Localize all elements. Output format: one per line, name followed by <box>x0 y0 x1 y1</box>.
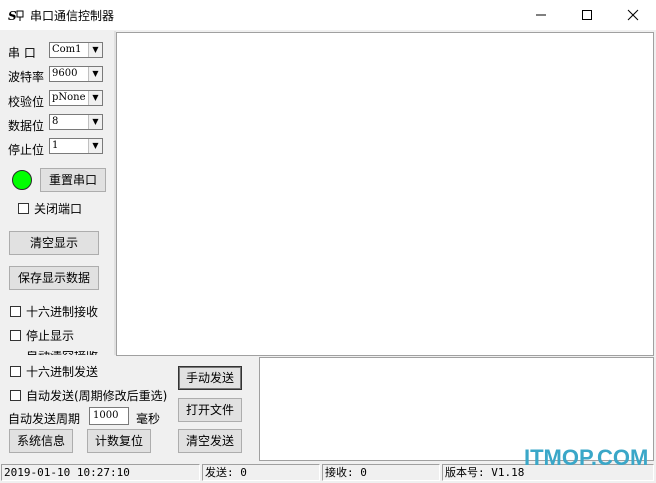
close-port-label: 关闭端口 <box>34 202 83 216</box>
reset-count-button[interactable]: 计数复位 <box>87 429 151 453</box>
parity-select[interactable]: pNone ▼ <box>49 90 103 106</box>
hex-send-checkbox[interactable] <box>10 366 21 377</box>
svg-text:S: S <box>8 9 17 22</box>
stopbits-select[interactable]: 1 ▼ <box>49 138 103 154</box>
save-display-button[interactable]: 保存显示数据 <box>9 266 99 290</box>
maximize-icon <box>582 10 592 20</box>
stopbits-value: 1 <box>52 140 59 151</box>
databits-value: 8 <box>52 116 59 127</box>
open-file-button[interactable]: 打开文件 <box>178 398 242 422</box>
close-icon <box>627 9 639 21</box>
period-label: 自动发送周期 <box>8 412 81 426</box>
chevron-down-icon[interactable]: ▼ <box>88 91 102 105</box>
port-status-indicator <box>12 170 32 190</box>
stopbits-label: 停止位 <box>8 143 45 157</box>
auto-send-label: 自动发送(周期修改后重选) <box>26 389 168 403</box>
chevron-down-icon[interactable]: ▼ <box>88 67 102 81</box>
port-select[interactable]: Com1 ▼ <box>49 42 103 58</box>
clear-send-button[interactable]: 清空发送 <box>178 429 242 453</box>
status-datetime: 2019-01-10 10:27:10 <box>1 464 200 481</box>
period-unit-label: 毫秒 <box>136 412 161 426</box>
stop-display-label: 停止显示 <box>26 329 75 343</box>
minimize-button[interactable] <box>518 0 564 30</box>
close-button[interactable] <box>610 0 656 30</box>
hex-receive-label: 十六进制接收 <box>26 305 99 319</box>
databits-select[interactable]: 8 ▼ <box>49 114 103 130</box>
auto-clear-label: 自动清空接收 <box>26 351 98 355</box>
chevron-down-icon[interactable]: ▼ <box>88 139 102 153</box>
hex-send-label: 十六进制发送 <box>26 365 99 379</box>
window-title: 串口通信控制器 <box>30 9 115 23</box>
app-window: S 串口通信控制器 串 口 Com1 ▼ 波特率 9600 ▼ 校验位 pNon… <box>0 0 656 483</box>
auto-send-checkbox[interactable] <box>10 390 21 401</box>
minimize-icon <box>536 14 546 16</box>
parity-label: 校验位 <box>8 95 45 109</box>
baud-value: 9600 <box>52 68 78 79</box>
port-label: 串 口 <box>8 46 36 60</box>
system-info-button[interactable]: 系统信息 <box>9 429 73 453</box>
serial-port-icon: S <box>8 9 24 22</box>
status-received: 接收: 0 <box>322 464 440 481</box>
close-port-checkbox[interactable] <box>18 203 29 214</box>
baud-select[interactable]: 9600 ▼ <box>49 66 103 82</box>
clear-display-button[interactable]: 清空显示 <box>9 231 99 255</box>
port-value: Com1 <box>52 44 82 55</box>
status-sent: 发送: 0 <box>202 464 320 481</box>
chevron-down-icon[interactable]: ▼ <box>88 115 102 129</box>
chevron-down-icon[interactable]: ▼ <box>88 43 102 57</box>
maximize-button[interactable] <box>564 0 610 30</box>
watermark-logo: ITMOP.COM <box>524 445 649 470</box>
stop-display-checkbox[interactable] <box>10 330 21 341</box>
hex-receive-checkbox[interactable] <box>10 306 21 317</box>
manual-send-button[interactable]: 手动发送 <box>178 366 242 390</box>
period-input[interactable]: 1000 <box>89 407 129 425</box>
parity-value: pNone <box>52 92 86 103</box>
reset-port-button[interactable]: 重置串口 <box>40 168 106 192</box>
databits-label: 数据位 <box>8 119 45 133</box>
receive-textarea[interactable] <box>116 32 654 356</box>
baud-label: 波特率 <box>8 70 45 84</box>
title-bar: S 串口通信控制器 <box>0 0 656 30</box>
